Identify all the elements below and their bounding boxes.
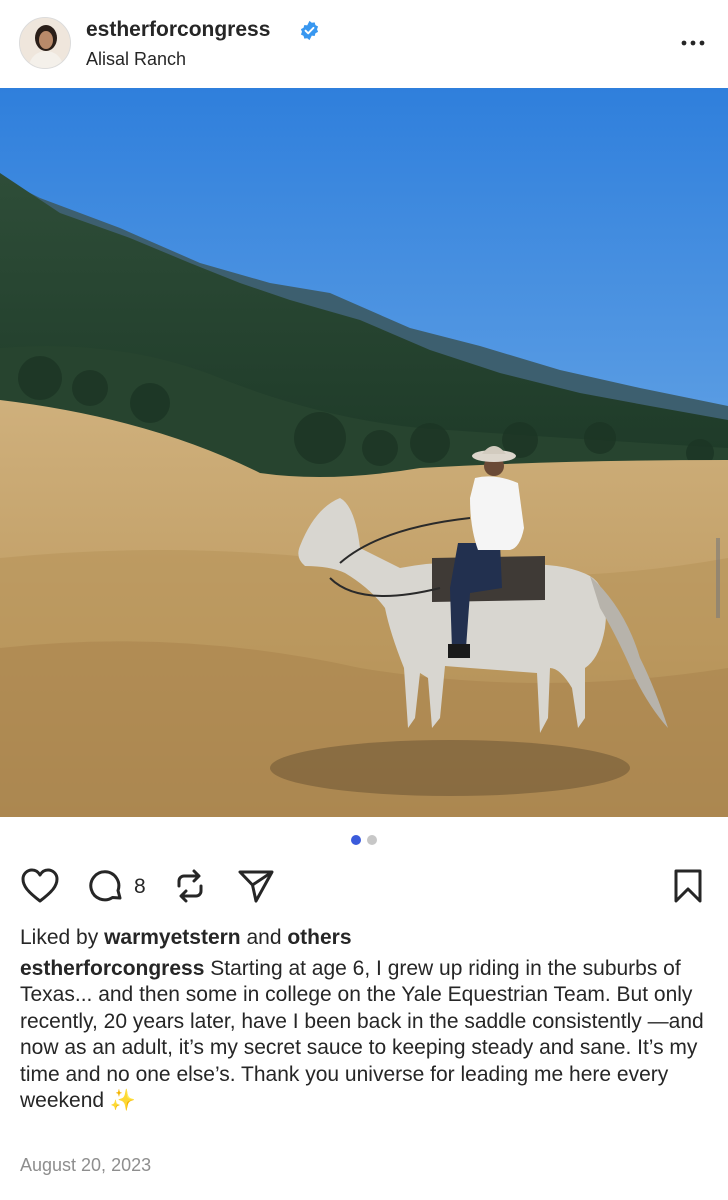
likes-line: Liked by warmyetstern and others (20, 925, 710, 952)
avatar[interactable] (19, 17, 71, 69)
comment-count[interactable]: 8 (134, 875, 146, 899)
likes-and: and (246, 926, 282, 949)
location-link[interactable]: Alisal Ranch (86, 49, 186, 70)
caption-username[interactable]: estherforcongress (20, 957, 204, 980)
post-photo[interactable] (0, 88, 728, 817)
post-header: estherforcongress Alisal Ranch (0, 0, 728, 88)
verified-badge-icon (299, 20, 320, 41)
caption-area: Liked by warmyetstern and others estherf… (20, 925, 710, 1115)
heart-icon[interactable] (20, 866, 60, 906)
likes-others[interactable]: others (287, 926, 351, 949)
action-bar: 8 (0, 862, 728, 910)
liked-by-user[interactable]: warmyetstern (104, 926, 241, 949)
comment-icon[interactable] (86, 866, 126, 906)
carousel-dot-active (351, 835, 361, 845)
carousel-dot (367, 835, 377, 845)
bookmark-icon[interactable] (668, 866, 708, 906)
repost-icon[interactable] (170, 866, 210, 906)
username[interactable]: estherforcongress (86, 18, 270, 42)
likes-prefix: Liked by (20, 926, 99, 949)
more-options-icon[interactable] (678, 28, 708, 58)
carousel-indicator (0, 835, 728, 847)
post-date: August 20, 2023 (20, 1155, 152, 1175)
share-icon[interactable] (236, 866, 276, 906)
caption: estherforcongress Starting at age 6, I g… (20, 956, 710, 1115)
